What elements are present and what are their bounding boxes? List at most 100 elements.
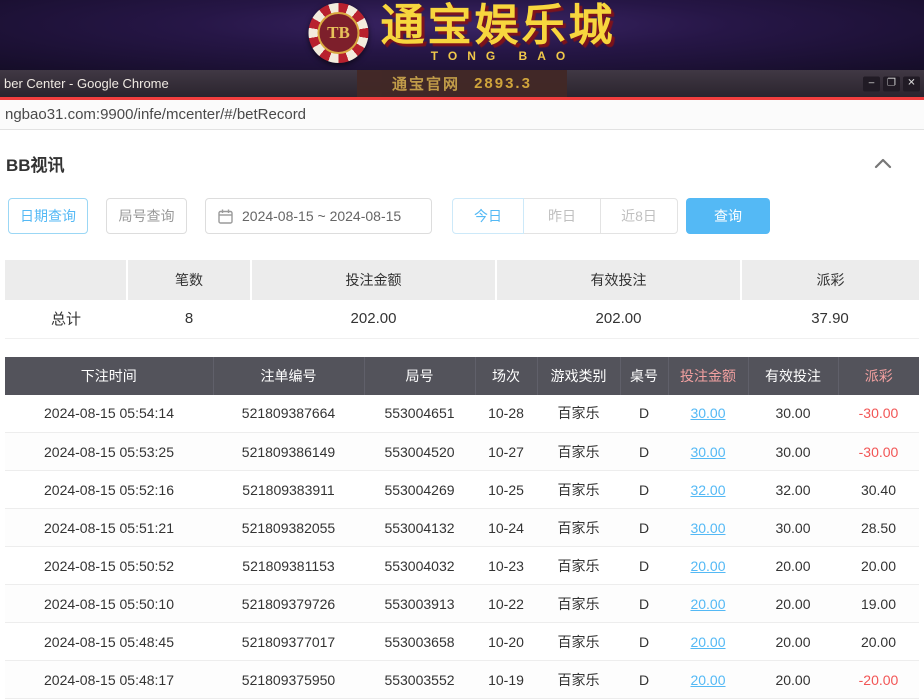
cell-valid: 20.00: [748, 661, 838, 699]
cell-game: 百家乐: [537, 433, 620, 471]
search-button[interactable]: 查询: [686, 198, 770, 234]
table-row: 2024-08-15 05:48:45521809377017553003658…: [5, 623, 919, 661]
cell-valid: 30.00: [748, 509, 838, 547]
summary-total-label: 总计: [5, 300, 127, 338]
calendar-icon: [218, 209, 233, 224]
table-row: 2024-08-15 05:52:16521809383911553004269…: [5, 471, 919, 509]
summary-total-row: 总计 8 202.00 202.00 37.90: [5, 300, 919, 338]
date-query-button[interactable]: 日期查询: [8, 198, 88, 234]
cell-session: 10-27: [475, 433, 537, 471]
cell-time: 2024-08-15 05:54:14: [5, 395, 213, 433]
cell-game: 百家乐: [537, 585, 620, 623]
cell-time: 2024-08-15 05:52:16: [5, 471, 213, 509]
cell-session: 10-25: [475, 471, 537, 509]
cell-payout: -30.00: [838, 395, 919, 433]
url-bar[interactable]: ngbao31.com:9900/infe/mcenter/#/betRecor…: [0, 97, 924, 130]
window-controls: – ❐ ✕: [863, 76, 920, 91]
today-button[interactable]: 今日: [452, 198, 524, 234]
bet-amount-link[interactable]: 30.00: [690, 405, 725, 421]
cell-payout: -30.00: [838, 433, 919, 471]
cell-table-no: D: [620, 471, 668, 509]
date-range-value: 2024-08-15 ~ 2024-08-15: [242, 208, 401, 224]
site-logo: TB 通宝娱乐城 TONG BAO: [309, 3, 616, 63]
column-header: 桌号: [620, 357, 668, 395]
column-header: 下注时间: [5, 357, 213, 395]
cell-round: 553004032: [364, 547, 475, 585]
cell-game: 百家乐: [537, 395, 620, 433]
cell-game: 百家乐: [537, 509, 620, 547]
table-row: 2024-08-15 05:48:17521809375950553003552…: [5, 661, 919, 699]
cell-bet: 20.00: [668, 585, 748, 623]
cell-session: 10-23: [475, 547, 537, 585]
summary-header: 笔数: [127, 260, 251, 300]
cell-payout: 30.40: [838, 471, 919, 509]
summary-header: 派彩: [741, 260, 919, 300]
cell-round: 553003913: [364, 585, 475, 623]
bet-amount-link[interactable]: 30.00: [690, 520, 725, 536]
cell-bet-id: 521809386149: [213, 433, 364, 471]
chevron-up-icon[interactable]: [874, 158, 892, 169]
bet-amount-link[interactable]: 20.00: [690, 596, 725, 612]
cell-session: 10-22: [475, 585, 537, 623]
table-row: 2024-08-15 05:50:52521809381153553004032…: [5, 547, 919, 585]
summary-header: [5, 260, 127, 300]
date-range-input[interactable]: 2024-08-15 ~ 2024-08-15: [205, 198, 432, 234]
cell-table-no: D: [620, 547, 668, 585]
bet-amount-link[interactable]: 20.00: [690, 558, 725, 574]
cell-bet: 20.00: [668, 547, 748, 585]
cell-bet-id: 521809383911: [213, 471, 364, 509]
cell-table-no: D: [620, 509, 668, 547]
bet-amount-link[interactable]: 30.00: [690, 444, 725, 460]
records-tbody: 2024-08-15 05:54:14521809387664553004651…: [5, 395, 919, 699]
cell-bet-id: 521809381153: [213, 547, 364, 585]
summary-valid-bet: 202.00: [496, 300, 741, 338]
last-8-days-button[interactable]: 近8日: [600, 198, 678, 234]
cell-game: 百家乐: [537, 547, 620, 585]
quick-date-group: 今日 昨日 近8日: [452, 198, 678, 234]
page-title: BB视讯: [6, 151, 65, 176]
cell-payout: 20.00: [838, 547, 919, 585]
cell-valid: 32.00: [748, 471, 838, 509]
cell-bet: 20.00: [668, 661, 748, 699]
site-header: TB 通宝娱乐城 TONG BAO: [0, 0, 924, 70]
summary-header: 有效投注: [496, 260, 741, 300]
maximize-icon[interactable]: ❐: [883, 76, 900, 91]
bet-amount-link[interactable]: 20.00: [690, 672, 725, 688]
cell-round: 553004269: [364, 471, 475, 509]
column-header: 投注金额: [668, 357, 748, 395]
jackpot-marquee: 通宝官网 2893.3: [357, 70, 567, 97]
cell-session: 10-28: [475, 395, 537, 433]
filter-row: 日期查询 局号查询 2024-08-15 ~ 2024-08-15 今日 昨日 …: [8, 198, 924, 234]
window-title: ber Center - Google Chrome: [4, 76, 169, 91]
bet-amount-link[interactable]: 32.00: [690, 482, 725, 498]
cell-table-no: D: [620, 623, 668, 661]
bet-amount-link[interactable]: 20.00: [690, 634, 725, 650]
close-icon[interactable]: ✕: [903, 76, 920, 91]
cell-bet: 30.00: [668, 433, 748, 471]
cell-round: 553003658: [364, 623, 475, 661]
cell-round: 553004132: [364, 509, 475, 547]
cell-bet-id: 521809375950: [213, 661, 364, 699]
marquee-label: 通宝官网: [392, 73, 460, 94]
cell-bet-id: 521809382055: [213, 509, 364, 547]
yesterday-button[interactable]: 昨日: [523, 198, 601, 234]
cell-valid: 20.00: [748, 585, 838, 623]
records-table: 下注时间注单编号局号场次游戏类别桌号投注金额有效投注派彩 2024-08-15 …: [5, 357, 919, 699]
column-header: 局号: [364, 357, 475, 395]
logo-chip-icon: TB: [309, 3, 369, 63]
cell-time: 2024-08-15 05:51:21: [5, 509, 213, 547]
cell-time: 2024-08-15 05:48:45: [5, 623, 213, 661]
logo-chip-label: TB: [318, 12, 360, 54]
cell-valid: 30.00: [748, 395, 838, 433]
cell-table-no: D: [620, 661, 668, 699]
summary-payout: 37.90: [741, 300, 919, 338]
summary-count: 8: [127, 300, 251, 338]
column-header: 有效投注: [748, 357, 838, 395]
cell-session: 10-24: [475, 509, 537, 547]
cell-valid: 30.00: [748, 433, 838, 471]
cell-bet-id: 521809387664: [213, 395, 364, 433]
round-query-button[interactable]: 局号查询: [106, 198, 187, 234]
url-text: ngbao31.com:9900/infe/mcenter/#/betRecor…: [5, 106, 306, 123]
minimize-icon[interactable]: –: [863, 76, 880, 91]
records-header-row: 下注时间注单编号局号场次游戏类别桌号投注金额有效投注派彩: [5, 357, 919, 395]
